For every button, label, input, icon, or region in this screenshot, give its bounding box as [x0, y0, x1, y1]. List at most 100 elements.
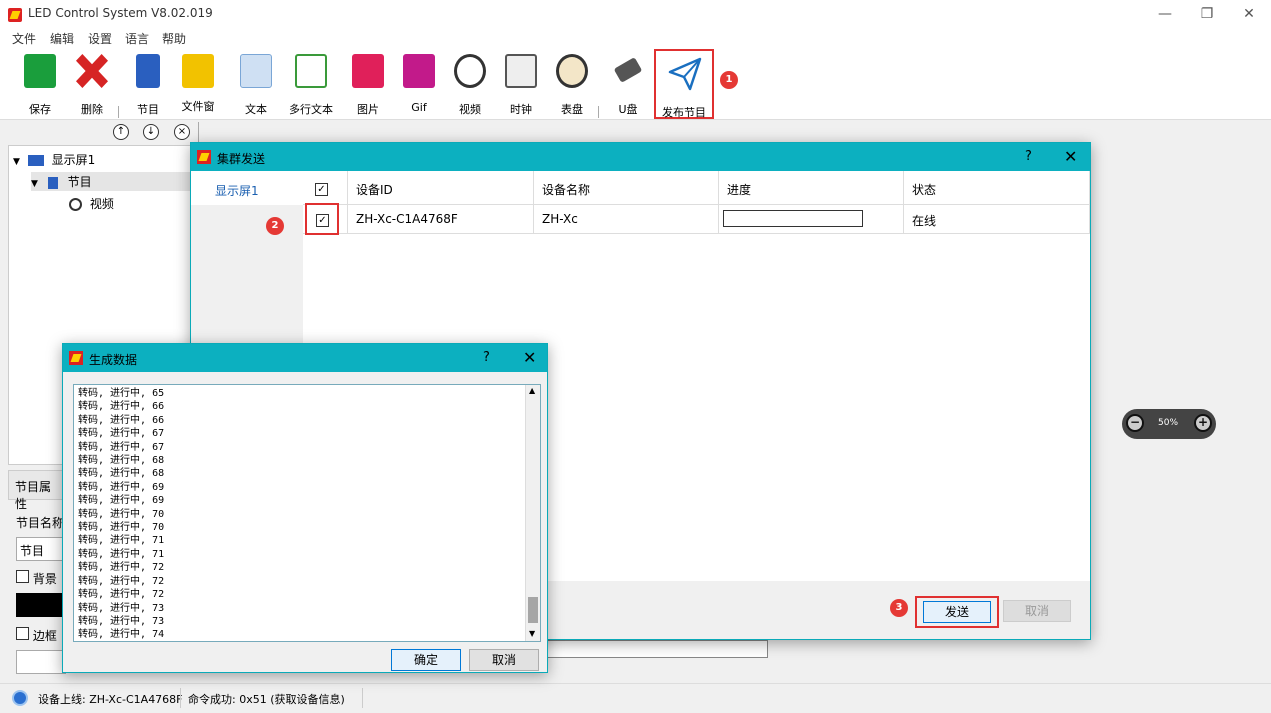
dialog-close-button[interactable]: ✕ [523, 348, 536, 367]
menu-help[interactable]: 帮助 [162, 30, 186, 47]
dialog-title: 集群发送 [217, 152, 266, 166]
border-label: 边框 [32, 629, 57, 643]
scrollbar-thumb[interactable] [528, 597, 538, 623]
save-button[interactable]: 保存 [16, 48, 64, 118]
table-row: ✓ [303, 203, 348, 235]
send-button-highlight: 发送 [915, 596, 999, 628]
text-icon [240, 54, 272, 88]
menu-edit[interactable]: 编辑 [50, 30, 74, 47]
picture-icon [352, 54, 384, 88]
minimize-button[interactable]: — [1150, 4, 1180, 24]
device-id-cell: ZH-Xc-C1A4768F [348, 205, 534, 234]
gif-button[interactable]: Gif [395, 48, 443, 118]
monitor-icon [27, 155, 44, 166]
menu-language[interactable]: 语言 [125, 30, 149, 47]
background-checkbox[interactable]: 背景 [16, 570, 57, 587]
log-line: 转码, 进行中, 67 [78, 441, 165, 453]
progress-bar [723, 210, 863, 227]
clock-button[interactable]: 时钟 [497, 48, 545, 118]
tree-video-label: 视频 [89, 197, 114, 211]
menu-settings[interactable]: 设置 [88, 30, 112, 47]
udisk-button[interactable]: U盘 [604, 48, 652, 118]
step-badge-1: 1 [720, 71, 738, 89]
send-button[interactable]: 发送 [923, 601, 991, 623]
dialog-body: 转码, 进行中, 65 转码, 进行中, 66 转码, 进行中, 66 转码, 进行中… [63, 372, 547, 672]
background-color-swatch[interactable] [16, 593, 66, 617]
dialog-close-button[interactable]: ✕ [1064, 147, 1077, 166]
delete-button[interactable]: 删除 [68, 48, 116, 118]
delete-icon [76, 54, 108, 88]
menu-bar: 文件 编辑 设置 语言 帮助 [0, 28, 1271, 48]
log-line: 转码, 进行中, 72 [78, 575, 165, 587]
move-up-button[interactable]: ↑ [113, 124, 129, 140]
zoom-level: 50% [1158, 418, 1179, 428]
text-button[interactable]: 文本 [232, 48, 280, 118]
help-button[interactable]: ? [483, 350, 490, 365]
zoom-in-icon[interactable]: + [1194, 414, 1212, 432]
checkbox-icon: ✓ [316, 214, 329, 227]
chevron-down-icon: ▼ [31, 179, 38, 189]
log-output[interactable]: 转码, 进行中, 65 转码, 进行中, 66 转码, 进行中, 66 转码, 进行中… [73, 384, 541, 642]
log-line: 转码, 进行中, 66 [78, 414, 165, 426]
remove-button[interactable]: × [174, 124, 190, 140]
log-line: 转码, 进行中, 68 [78, 468, 165, 480]
chevron-down-icon[interactable]: ▼ [529, 629, 535, 638]
cancel-button[interactable]: 取消 [1003, 600, 1071, 622]
status-cell: 在线 [904, 205, 1090, 234]
publish-button[interactable]: 发布节目 [654, 49, 714, 119]
background-input-field[interactable] [540, 640, 768, 658]
program-name-input[interactable]: 节目 [16, 537, 66, 561]
log-line: 转码, 进行中, 67 [78, 428, 165, 440]
move-down-button[interactable]: ↓ [143, 124, 159, 140]
tab-program-properties[interactable]: 节目属性 [8, 470, 68, 511]
log-line: 转码, 进行中, 72 [78, 589, 165, 601]
multitext-button[interactable]: 多行文本 [287, 48, 335, 118]
picture-button[interactable]: 图片 [344, 48, 392, 118]
log-line: 转码, 进行中, 70 [78, 508, 165, 520]
column-device-id: 设备ID [348, 171, 534, 205]
menu-file[interactable]: 文件 [12, 30, 36, 47]
progress-cell [719, 205, 904, 234]
log-line: 转码, 进行中, 73 [78, 615, 165, 627]
log-line: 转码, 进行中, 71 [78, 548, 165, 560]
multitext-icon [295, 54, 327, 88]
tree-item-screen[interactable]: ▼ 显示屏1 [13, 151, 95, 168]
device-name-cell: ZH-Xc [534, 205, 719, 234]
device-online-text: 设备上线: ZH-Xc-C1A4768F [38, 693, 183, 706]
close-button[interactable]: ✕ [1234, 4, 1264, 24]
video-icon [454, 54, 486, 88]
program-button[interactable]: 节目 [124, 48, 172, 118]
checkbox-icon [16, 570, 29, 583]
select-all-checkbox[interactable]: ✓ [303, 171, 348, 205]
zoom-control: − 50% + [1122, 409, 1216, 439]
calendar-icon [505, 54, 537, 88]
file-window-icon [182, 54, 214, 88]
paper-plane-icon [668, 57, 702, 91]
usb-icon [613, 57, 643, 83]
log-scrollbar[interactable]: ▲ ▼ [525, 385, 540, 641]
log-line: 转码, 进行中, 65 [78, 388, 165, 399]
device-row-checkbox[interactable]: ✓ [305, 203, 339, 235]
column-progress: 进度 [719, 171, 904, 205]
ok-button[interactable]: 确定 [391, 649, 461, 671]
help-button[interactable]: ? [1025, 149, 1032, 164]
status-divider [180, 688, 181, 708]
restore-button[interactable]: ❐ [1192, 4, 1222, 24]
cancel-button[interactable]: 取消 [469, 649, 539, 671]
log-line: 转码, 进行中, 66 [78, 401, 165, 413]
zoom-out-icon[interactable]: − [1126, 414, 1144, 432]
background-label: 背景 [32, 572, 57, 586]
tree-item-program[interactable]: ▼ 节目 [31, 172, 197, 191]
tree-item-video[interactable]: 视频 [69, 195, 114, 212]
dial-button[interactable]: 表盘 [548, 48, 596, 118]
border-style-select[interactable] [16, 650, 66, 674]
status-bar: 设备上线: ZH-Xc-C1A4768F 命令成功: 0x51 (获取设备信息) [0, 683, 1271, 713]
log-line: 转码, 进行中, 70 [78, 522, 165, 534]
border-checkbox[interactable]: 边框 [16, 627, 57, 644]
program-icon [136, 54, 160, 88]
screen-list-item[interactable]: 显示屏1 [191, 171, 303, 205]
video-button[interactable]: 视频 [446, 48, 494, 118]
file-window-button[interactable]: 文件窗 [174, 48, 222, 118]
chevron-up-icon[interactable]: ▲ [529, 386, 535, 395]
program-name-label: 节目名称 [16, 516, 65, 530]
